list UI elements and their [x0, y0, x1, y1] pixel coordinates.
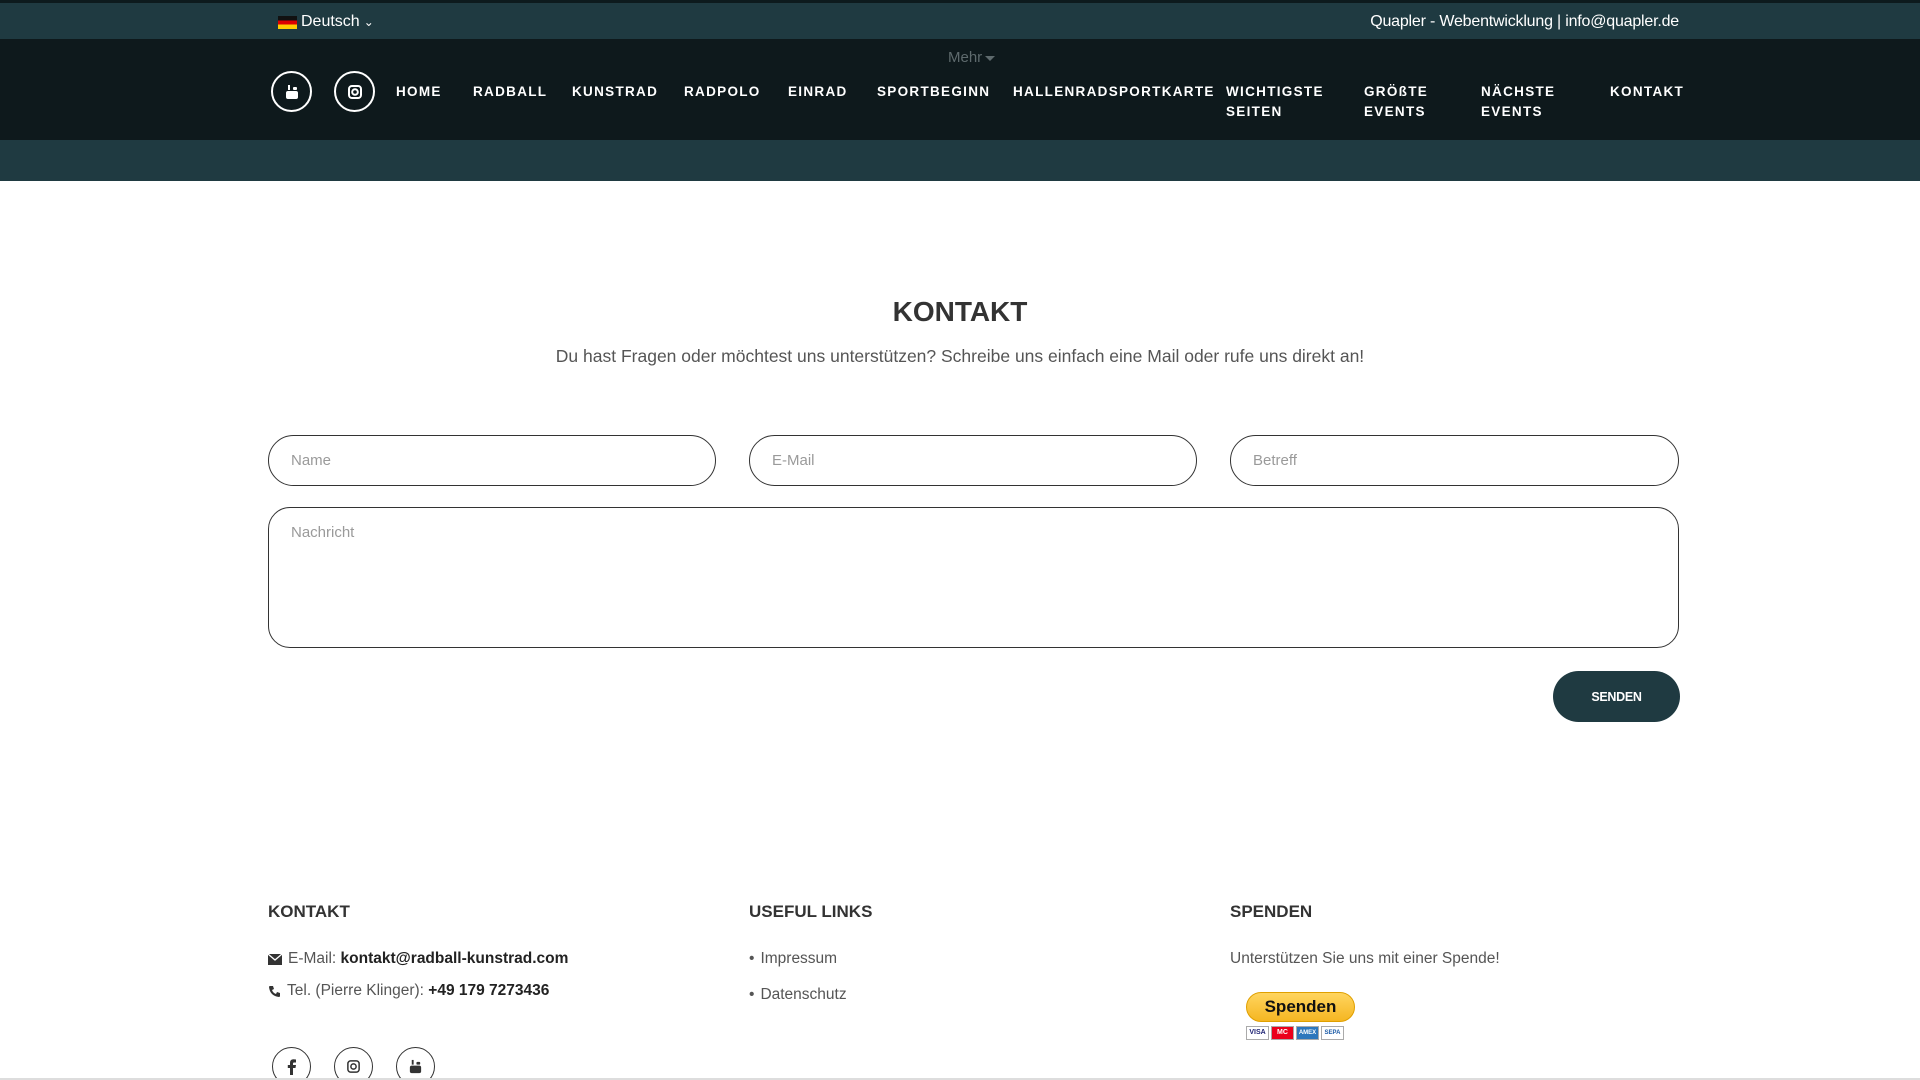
- email-input[interactable]: [749, 435, 1197, 486]
- sepa-icon: SEPA: [1321, 1026, 1344, 1040]
- payment-cards: VISA MC AMEX SEPA: [1246, 1026, 1344, 1040]
- header-sub-bar: [0, 140, 1920, 181]
- message-textarea[interactable]: [268, 507, 1679, 648]
- instagram-icon[interactable]: [334, 1047, 373, 1080]
- envelope-icon: [268, 953, 282, 965]
- footer-links-heading: USEFUL LINKS: [749, 902, 873, 921]
- donate-text: Unterstützen Sie uns mit einer Spende!: [1230, 950, 1500, 967]
- more-menu[interactable]: Mehr: [948, 49, 996, 66]
- send-button[interactable]: SENDEN: [1553, 671, 1680, 722]
- name-input[interactable]: [268, 435, 716, 486]
- nav-item-radpolo[interactable]: RADPOLO: [684, 82, 761, 102]
- footer-email-link[interactable]: kontakt@radball-kunstrad.com: [341, 950, 569, 967]
- subject-input[interactable]: [1230, 435, 1679, 486]
- nav-item-sportbeginn[interactable]: SPORTBEGINN: [877, 82, 990, 102]
- footer-link-impressum[interactable]: • Impressum: [749, 950, 837, 968]
- main-navigation: Mehr HOME RADBALL KUNSTRAD RADPOLO EINRA…: [0, 39, 1920, 140]
- datenschutz-link[interactable]: Datenschutz: [760, 986, 846, 1004]
- more-label: Mehr: [948, 49, 983, 66]
- footer-donate-heading: SPENDEN: [1230, 902, 1313, 921]
- page-subtitle: Du hast Fragen oder möchtest uns unterst…: [555, 346, 1365, 366]
- page-title: KONTAKT: [892, 296, 1028, 327]
- facebook-icon[interactable]: [272, 1047, 311, 1080]
- nav-item-radball[interactable]: RADBALL: [473, 82, 547, 102]
- impressum-link[interactable]: Impressum: [760, 950, 837, 968]
- footer-phone-label: Tel. (Pierre Klinger):: [287, 982, 429, 999]
- visa-icon: VISA: [1246, 1026, 1269, 1040]
- top-bar: Deutsch ⌄ Quapler - Webentwicklung | inf…: [0, 0, 1920, 39]
- footer-email-label: E-Mail:: [288, 950, 341, 967]
- chevron-down-icon: ⌄: [363, 15, 374, 29]
- mastercard-icon: MC: [1271, 1026, 1294, 1040]
- german-flag-icon: [278, 15, 297, 29]
- instagram-icon[interactable]: [334, 71, 375, 112]
- phone-icon: [269, 985, 280, 997]
- top-info-text[interactable]: Quapler - Webentwicklung | info@quapler.…: [1370, 13, 1679, 31]
- footer-contact-heading: KONTAKT: [268, 902, 350, 921]
- youtube-icon[interactable]: [271, 71, 312, 112]
- nav-item-einrad[interactable]: EINRAD: [788, 82, 848, 102]
- nav-item-home[interactable]: HOME: [396, 82, 442, 102]
- language-selector[interactable]: Deutsch ⌄: [278, 13, 374, 31]
- footer-link-datenschutz[interactable]: • Datenschutz: [749, 986, 847, 1004]
- paypal-donate-button[interactable]: Spenden: [1246, 992, 1355, 1022]
- nav-item-wichtigste-seiten[interactable]: WICHTIGSTE SEITEN: [1226, 82, 1336, 122]
- youtube-icon[interactable]: [396, 1047, 435, 1080]
- nav-item-hallenradsportkarte[interactable]: HALLENRADSPORTKARTE: [1013, 82, 1215, 102]
- footer-phone: Tel. (Pierre Klinger): +49 179 7273436: [268, 982, 549, 1000]
- footer-phone-value[interactable]: +49 179 7273436: [428, 982, 549, 999]
- nav-item-naechste-events[interactable]: NÄCHSTE EVENTS: [1481, 82, 1571, 122]
- language-label: Deutsch: [301, 13, 360, 30]
- footer-email: E-Mail: kontakt@radball-kunstrad.com: [268, 950, 568, 968]
- nav-item-kontakt[interactable]: KONTAKT: [1610, 82, 1684, 102]
- amex-icon: AMEX: [1296, 1026, 1319, 1040]
- nav-item-groesste-events[interactable]: GRÖßTE EVENTS: [1364, 82, 1454, 122]
- nav-item-kunstrad[interactable]: KUNSTRAD: [572, 82, 658, 102]
- caret-down-icon: [985, 55, 996, 61]
